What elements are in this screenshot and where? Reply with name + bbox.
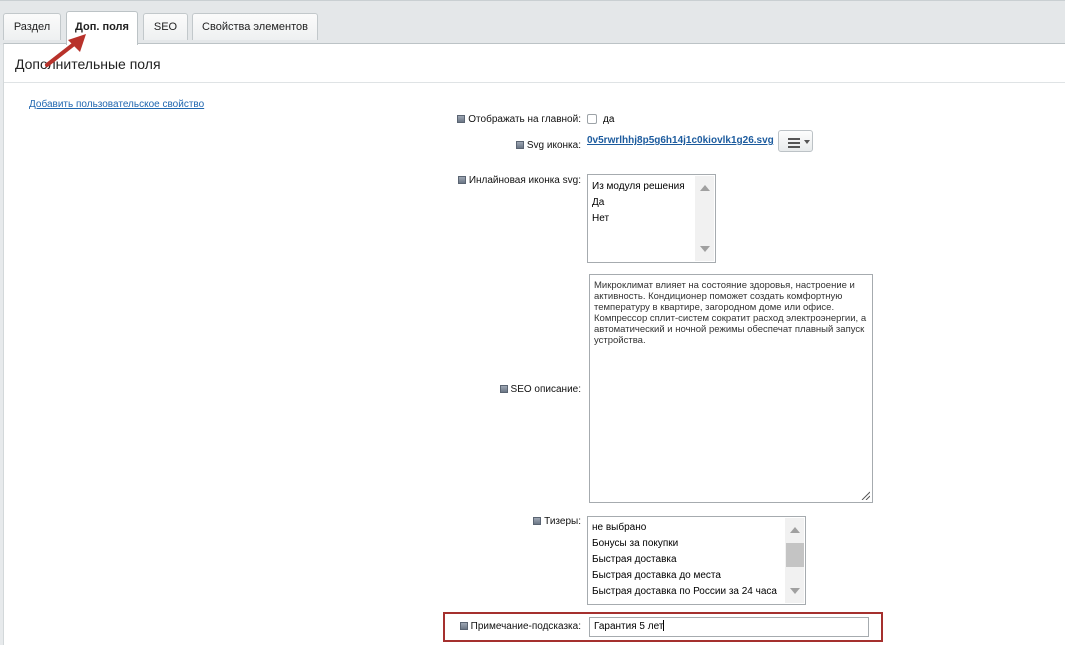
red-arrow-icon [45, 34, 86, 67]
